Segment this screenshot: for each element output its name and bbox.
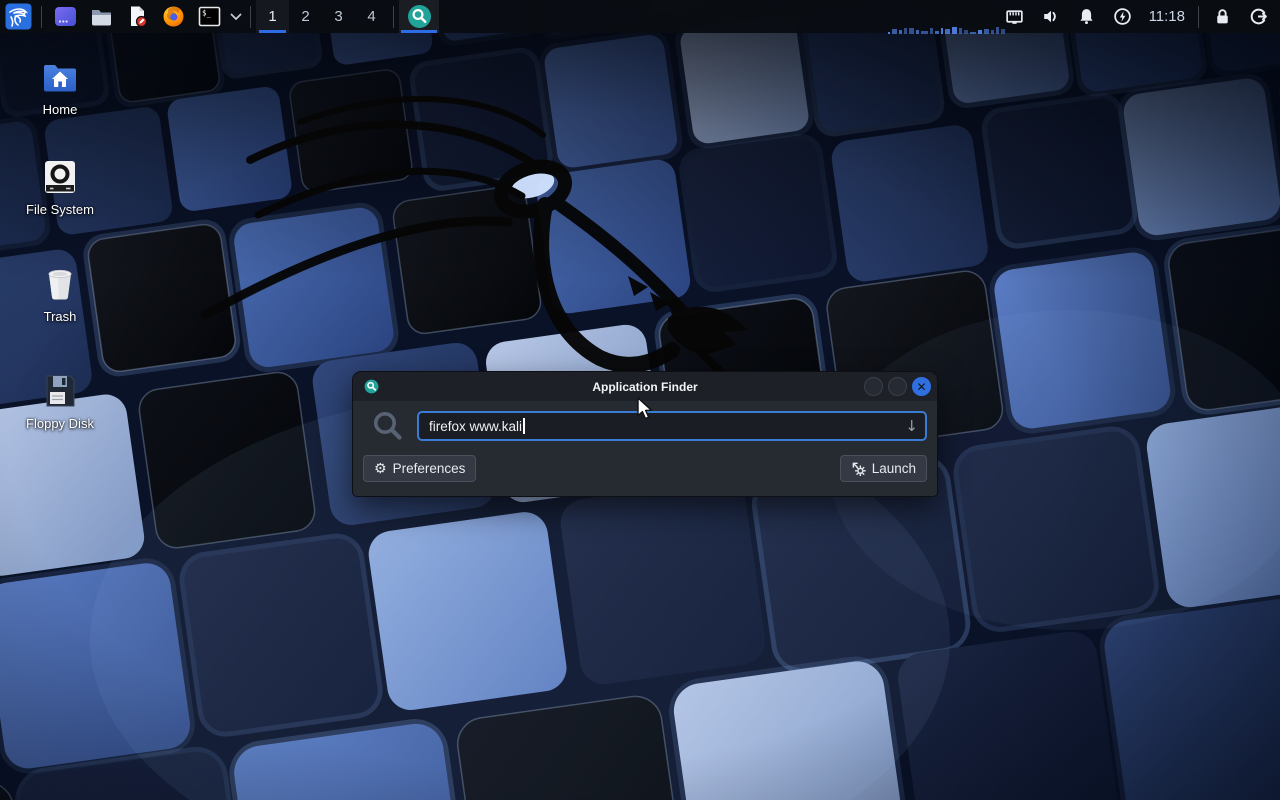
launcher-dropdown[interactable] (227, 0, 245, 33)
entry-history-dropdown-icon[interactable]: ↓ (905, 417, 918, 435)
launcher-text-editor[interactable] (119, 0, 155, 33)
close-icon: ✕ (916, 381, 926, 393)
workspace-label: 1 (268, 8, 276, 25)
desktop-icon-trash[interactable]: Trash (18, 263, 102, 326)
logout-button[interactable] (1240, 0, 1276, 33)
workspace-button-4[interactable]: 4 (355, 0, 388, 33)
panel-separator (393, 6, 394, 28)
logout-icon (1248, 6, 1269, 27)
desktop-icon-floppy-disk[interactable]: Floppy Disk (18, 370, 102, 433)
top-panel: $_ 1 2 3 4 (0, 0, 1280, 33)
desktop-icon-label: Trash (44, 309, 77, 324)
preferences-button-label: Preferences (393, 461, 466, 476)
preferences-button[interactable]: ⚙ Preferences (363, 455, 476, 482)
search-icon (371, 409, 405, 443)
filesystem-drive-icon (39, 156, 81, 198)
chevron-down-icon (230, 13, 242, 21)
panel-separator (250, 6, 251, 28)
maximize-button[interactable] (888, 377, 907, 396)
wallpaper-artifact-strip (888, 26, 1038, 34)
desktop: $_ 1 2 3 4 (0, 0, 1280, 800)
minimize-button[interactable] (864, 377, 883, 396)
home-folder-icon (40, 58, 80, 98)
window-controls: ✕ (864, 372, 931, 401)
notifications-button[interactable] (1069, 0, 1105, 33)
search-input[interactable]: firefox www.kali ↓ (417, 411, 927, 441)
trash-icon (39, 263, 81, 305)
app-finder-icon (407, 4, 432, 29)
workspace-button-1[interactable]: 1 (256, 0, 289, 33)
launch-button-label: Launch (872, 461, 916, 476)
desktop-icon-home[interactable]: Home (18, 58, 102, 119)
panel-left: $_ 1 2 3 4 (0, 0, 439, 33)
lock-screen-button[interactable] (1204, 0, 1240, 33)
launcher-terminal-window[interactable] (47, 0, 83, 33)
network-icon (1004, 6, 1025, 27)
folder-icon (90, 5, 113, 28)
workspace-button-2[interactable]: 2 (289, 0, 322, 33)
text-caret (523, 418, 525, 434)
firefox-icon (162, 5, 185, 28)
launcher-terminal[interactable]: $_ (191, 0, 227, 33)
panel-status-area: 11:18 (997, 0, 1280, 33)
panel-separator (41, 6, 42, 28)
launcher-firefox[interactable] (155, 0, 191, 33)
workspace-switcher: 1 2 3 4 (256, 0, 388, 33)
panel-separator (1198, 6, 1199, 28)
run-icon (851, 461, 866, 476)
power-manager-button[interactable] (1105, 0, 1141, 33)
taskbar-button-application-finder[interactable] (399, 0, 439, 33)
search-input-value: firefox www.kali (429, 419, 522, 434)
terminal-window-icon (54, 5, 77, 28)
kali-logo-icon (5, 3, 32, 30)
terminal-icon: $_ (198, 5, 221, 28)
workspace-label: 2 (301, 8, 309, 25)
svg-text:$_: $_ (202, 9, 212, 18)
power-bolt-icon (1112, 6, 1133, 27)
volume-icon (1040, 6, 1061, 27)
window-title: Application Finder (353, 380, 937, 394)
application-finder-window: Application Finder ✕ firefox www.kali ↓ (352, 371, 938, 497)
workspace-label: 4 (367, 8, 375, 25)
gear-icon: ⚙ (374, 462, 387, 476)
lock-icon (1212, 6, 1233, 27)
close-button[interactable]: ✕ (912, 377, 931, 396)
launch-button[interactable]: Launch (840, 455, 927, 482)
floppy-disk-icon (39, 370, 81, 412)
applications-menu-button[interactable] (0, 0, 36, 33)
desktop-icon-file-system[interactable]: File System (18, 156, 102, 219)
desktop-icon-label: File System (26, 202, 94, 217)
app-finder-window-icon (364, 379, 379, 394)
mouse-cursor (634, 396, 656, 420)
launcher-file-manager[interactable] (83, 0, 119, 33)
desktop-icon-label: Home (43, 102, 78, 117)
app-finder-buttons: ⚙ Preferences Launch (353, 443, 937, 482)
text-editor-icon (126, 5, 149, 28)
desktop-icon-label: Floppy Disk (26, 416, 94, 431)
clock[interactable]: 11:18 (1141, 8, 1193, 25)
bell-icon (1076, 6, 1097, 27)
workspace-button-3[interactable]: 3 (322, 0, 355, 33)
workspace-label: 3 (334, 8, 342, 25)
